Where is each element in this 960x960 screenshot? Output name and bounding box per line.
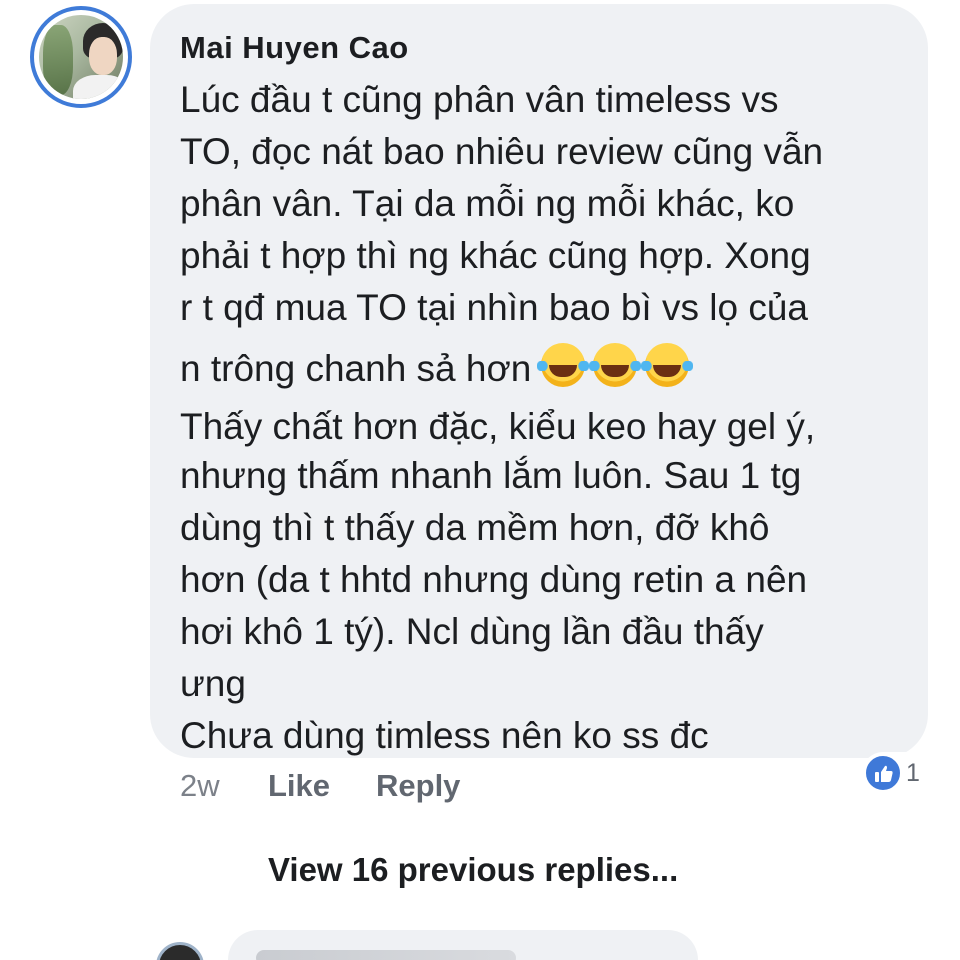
comment-line: hơi khô 1 tý). Ncl dùng lần đầu thấy xyxy=(180,611,764,652)
comment-line: Lúc đầu t cũng phân vân timeless vs xyxy=(180,79,779,120)
comment-line: nhưng thấm nhanh lắm luôn. Sau 1 tg xyxy=(180,455,802,496)
comment-line: hơn (da t hhtd nhưng dùng retin a nên xyxy=(180,559,808,600)
reaction-summary[interactable]: 1 xyxy=(862,752,926,794)
thumbs-up-icon xyxy=(864,754,902,792)
comment-thread: Mai Huyen Cao Lúc đầu t cũng phân vân ti… xyxy=(0,0,960,960)
face-with-tears-of-joy-icon xyxy=(537,343,590,387)
comment-author[interactable]: Mai Huyen Cao xyxy=(180,32,904,64)
comment-line: TO, đọc nát bao nhiêu review cũng vẫn xyxy=(180,131,824,172)
comment-line: Chưa dùng timless nên ko ss đc xyxy=(180,715,709,756)
comment-actions: 2w Like Reply xyxy=(180,764,460,808)
comment-line: dùng thì t thấy da mềm hơn, đỡ khô xyxy=(180,507,770,548)
comment-line: Thấy chất hơn đặc, kiểu keo hay gel ý, xyxy=(180,406,816,447)
comment-line-with-emoji: n trông chanh sả hơn xyxy=(180,334,904,404)
avatar[interactable] xyxy=(156,942,204,960)
profile-photo xyxy=(39,15,123,99)
face-with-tears-of-joy-icon xyxy=(589,343,642,387)
reply-button[interactable]: Reply xyxy=(376,768,460,804)
comment-line: phải t hợp thì ng khác cũng hợp. Xong xyxy=(180,235,811,276)
comment-line: phân vân. Tại da mỗi ng mỗi khác, ko xyxy=(180,183,795,224)
comment-bubble: Mai Huyen Cao Lúc đầu t cũng phân vân ti… xyxy=(150,4,928,758)
next-comment-bubble xyxy=(228,930,698,960)
next-comment-author-cropped xyxy=(256,950,516,960)
reaction-count: 1 xyxy=(906,758,920,787)
comment-line: ưng xyxy=(180,663,246,704)
view-previous-replies-link[interactable]: View 16 previous replies... xyxy=(268,850,678,890)
comment-timestamp[interactable]: 2w xyxy=(180,768,268,804)
face-with-tears-of-joy-icon xyxy=(641,343,694,387)
like-button[interactable]: Like xyxy=(268,768,376,804)
comment-line: n trông chanh sả hơn xyxy=(180,348,532,389)
comment-text: Lúc đầu t cũng phân vân timeless vs TO, … xyxy=(180,74,904,762)
comment-line: r t qđ mua TO tại nhìn bao bì vs lọ của xyxy=(180,287,808,328)
avatar[interactable] xyxy=(30,6,132,108)
